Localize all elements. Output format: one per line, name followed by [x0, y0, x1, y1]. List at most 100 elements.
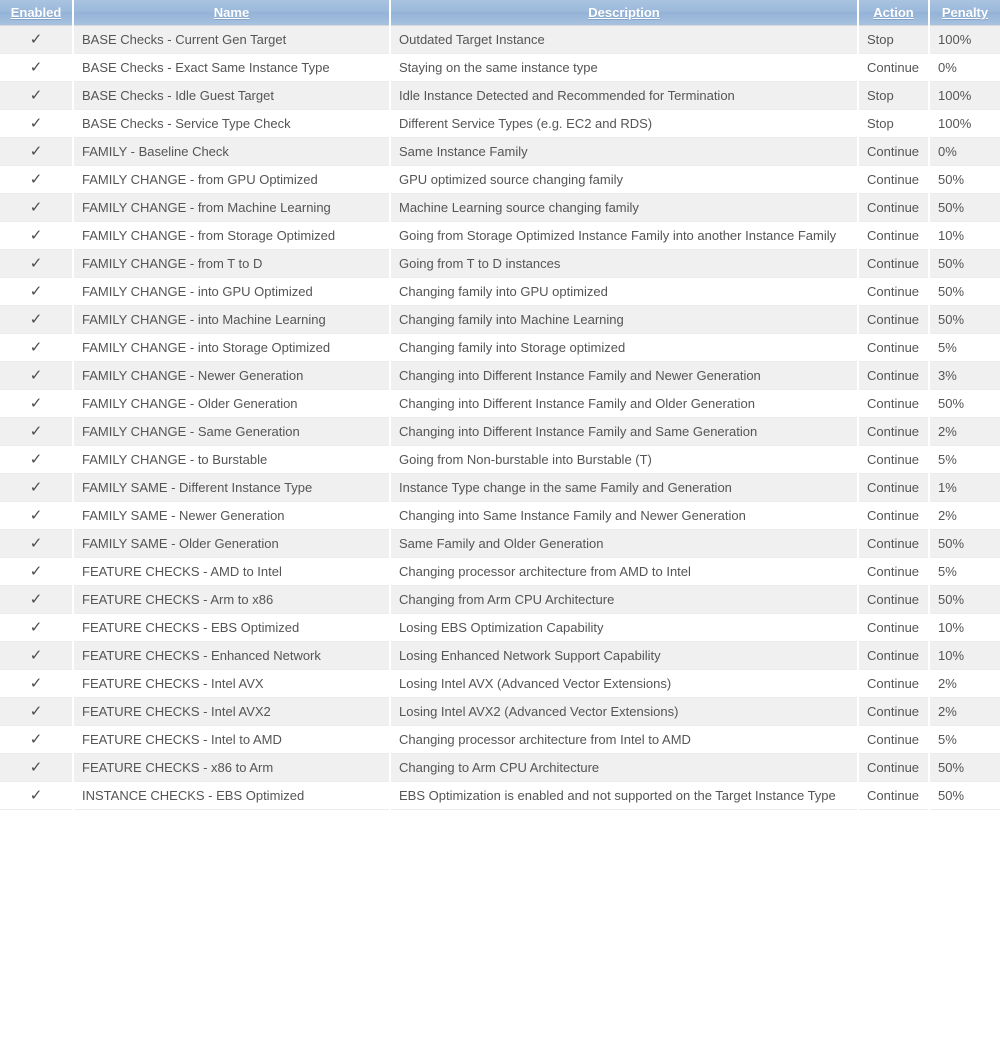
enabled-checkmark-cell[interactable]: ✓ [0, 53, 74, 82]
table-row[interactable]: ✓ FAMILY - Baseline Check Same Instance Fa… [0, 137, 1000, 166]
rule-name-cell: FEATURE CHECKS - x86 to Arm [73, 753, 391, 782]
table-row[interactable]: ✓ FAMILY CHANGE - into Machine Learning Ch… [0, 305, 1000, 334]
table-row[interactable]: ✓ FEATURE CHECKS - Intel AVX2 Losing Intel… [0, 697, 1000, 726]
table-row[interactable]: ✓ FAMILY CHANGE - Newer Generation Changin… [0, 361, 1000, 390]
table-row[interactable]: ✓ FAMILY SAME - Different Instance Type In… [0, 473, 1000, 502]
rule-penalty-cell: 10% [929, 221, 1000, 250]
checkmark-icon: ✓ [29, 59, 43, 76]
column-header-penalty[interactable]: Penalty [929, 0, 1000, 26]
table-row[interactable]: ✓ BASE Checks - Service Type Check Differe… [0, 109, 1000, 138]
checkmark-icon: ✓ [29, 255, 43, 272]
rule-action-cell: Continue [858, 697, 930, 726]
table-row[interactable]: ✓ FAMILY CHANGE - into GPU Optimized Chang… [0, 277, 1000, 306]
rule-description-cell: Losing Intel AVX (Advanced Vector Extens… [390, 669, 859, 698]
table-row[interactable]: ✓ FEATURE CHECKS - Arm to x86 Changing fro… [0, 585, 1000, 614]
table-row[interactable]: ✓ BASE Checks - Idle Guest Target Idle Ins… [0, 81, 1000, 110]
enabled-checkmark-cell[interactable]: ✓ [0, 277, 74, 306]
checkmark-icon: ✓ [29, 787, 43, 804]
enabled-checkmark-cell[interactable]: ✓ [0, 781, 74, 810]
rule-description-cell: EBS Optimization is enabled and not supp… [390, 781, 859, 810]
enabled-checkmark-cell[interactable]: ✓ [0, 669, 74, 698]
rule-name-cell: FAMILY CHANGE - Newer Generation [73, 361, 391, 390]
rule-name-cell: FAMILY CHANGE - from T to D [73, 249, 391, 278]
enabled-checkmark-cell[interactable]: ✓ [0, 221, 74, 250]
enabled-checkmark-cell[interactable]: ✓ [0, 473, 74, 502]
column-header-name[interactable]: Name [73, 0, 391, 26]
checkmark-icon: ✓ [29, 87, 43, 104]
column-header-description[interactable]: Description [390, 0, 859, 26]
table-row[interactable]: ✓ FEATURE CHECKS - EBS Optimized Losing EB… [0, 613, 1000, 642]
table-row[interactable]: ✓ FEATURE CHECKS - Enhanced Network Losing… [0, 641, 1000, 670]
enabled-checkmark-cell[interactable]: ✓ [0, 81, 74, 110]
table-row[interactable]: ✓ FEATURE CHECKS - x86 to Arm Changing to … [0, 753, 1000, 782]
table-row[interactable]: ✓ FAMILY SAME - Older Generation Same Fami… [0, 529, 1000, 558]
table-row[interactable]: ✓ FAMILY CHANGE - from GPU Optimized GPU o… [0, 165, 1000, 194]
rule-name-cell: FAMILY SAME - Newer Generation [73, 501, 391, 530]
table-row[interactable]: ✓ BASE Checks - Exact Same Instance Type S… [0, 53, 1000, 82]
rule-description-cell: Losing Enhanced Network Support Capabili… [390, 641, 859, 670]
rule-action-cell: Continue [858, 725, 930, 754]
rule-description-cell: Changing to Arm CPU Architecture [390, 753, 859, 782]
rule-description-cell: Losing Intel AVX2 (Advanced Vector Exten… [390, 697, 859, 726]
enabled-checkmark-cell[interactable]: ✓ [0, 389, 74, 418]
enabled-checkmark-cell[interactable]: ✓ [0, 725, 74, 754]
rule-description-cell: Different Service Types (e.g. EC2 and RD… [390, 109, 859, 138]
column-header-action[interactable]: Action [858, 0, 930, 26]
table-row[interactable]: ✓ FEATURE CHECKS - AMD to Intel Changing p… [0, 557, 1000, 586]
rule-name-cell: FAMILY CHANGE - Same Generation [73, 417, 391, 446]
table-row[interactable]: ✓ FAMILY CHANGE - from Storage Optimized G… [0, 221, 1000, 250]
table-row[interactable]: ✓ FAMILY CHANGE - into Storage Optimized C… [0, 333, 1000, 362]
enabled-checkmark-cell[interactable]: ✓ [0, 529, 74, 558]
enabled-checkmark-cell[interactable]: ✓ [0, 585, 74, 614]
rule-action-cell: Continue [858, 613, 930, 642]
enabled-checkmark-cell[interactable]: ✓ [0, 613, 74, 642]
enabled-checkmark-cell[interactable]: ✓ [0, 501, 74, 530]
checkmark-icon: ✓ [29, 31, 43, 48]
enabled-checkmark-cell[interactable]: ✓ [0, 137, 74, 166]
rule-action-cell: Continue [858, 333, 930, 362]
rule-penalty-cell: 2% [929, 669, 1000, 698]
enabled-checkmark-cell[interactable]: ✓ [0, 193, 74, 222]
enabled-checkmark-cell[interactable]: ✓ [0, 697, 74, 726]
rule-action-cell: Continue [858, 221, 930, 250]
table-row[interactable]: ✓ FAMILY CHANGE - to Burstable Going from … [0, 445, 1000, 474]
enabled-checkmark-cell[interactable]: ✓ [0, 557, 74, 586]
table-row[interactable]: ✓ FEATURE CHECKS - Intel AVX Losing Intel … [0, 669, 1000, 698]
table-row[interactable]: ✓ FAMILY CHANGE - from Machine Learning Ma… [0, 193, 1000, 222]
table-row[interactable]: ✓ FAMILY CHANGE - from T to D Going from T… [0, 249, 1000, 278]
rule-penalty-cell: 5% [929, 333, 1000, 362]
enabled-checkmark-cell[interactable]: ✓ [0, 417, 74, 446]
enabled-checkmark-cell[interactable]: ✓ [0, 445, 74, 474]
enabled-checkmark-cell[interactable]: ✓ [0, 249, 74, 278]
checkmark-icon: ✓ [29, 759, 43, 776]
column-header-enabled[interactable]: Enabled [0, 0, 74, 26]
rule-description-cell: Going from Storage Optimized Instance Fa… [390, 221, 859, 250]
enabled-checkmark-cell[interactable]: ✓ [0, 109, 74, 138]
table-row[interactable]: ✓ FAMILY CHANGE - Same Generation Changing… [0, 417, 1000, 446]
rule-penalty-cell: 0% [929, 137, 1000, 166]
rule-penalty-cell: 100% [929, 109, 1000, 138]
rule-name-cell: BASE Checks - Exact Same Instance Type [73, 53, 391, 82]
enabled-checkmark-cell[interactable]: ✓ [0, 753, 74, 782]
table-row[interactable]: ✓ FAMILY SAME - Newer Generation Changing … [0, 501, 1000, 530]
enabled-checkmark-cell[interactable]: ✓ [0, 641, 74, 670]
rule-name-cell: FAMILY CHANGE - into Machine Learning [73, 305, 391, 334]
rule-penalty-cell: 1% [929, 473, 1000, 502]
rule-action-cell: Stop [858, 109, 930, 138]
checkmark-icon: ✓ [29, 143, 43, 160]
enabled-checkmark-cell[interactable]: ✓ [0, 333, 74, 362]
checkmark-icon: ✓ [29, 647, 43, 664]
table-row[interactable]: ✓ INSTANCE CHECKS - EBS Optimized EBS Opti… [0, 781, 1000, 810]
table-row[interactable]: ✓ BASE Checks - Current Gen Target Outdate… [0, 25, 1000, 54]
rule-penalty-cell: 2% [929, 417, 1000, 446]
table-row[interactable]: ✓ FAMILY CHANGE - Older Generation Changin… [0, 389, 1000, 418]
table-row[interactable]: ✓ FEATURE CHECKS - Intel to AMD Changing p… [0, 725, 1000, 754]
rule-description-cell: GPU optimized source changing family [390, 165, 859, 194]
enabled-checkmark-cell[interactable]: ✓ [0, 305, 74, 334]
rule-action-cell: Continue [858, 249, 930, 278]
enabled-checkmark-cell[interactable]: ✓ [0, 165, 74, 194]
rule-action-cell: Continue [858, 165, 930, 194]
enabled-checkmark-cell[interactable]: ✓ [0, 361, 74, 390]
enabled-checkmark-cell[interactable]: ✓ [0, 25, 74, 54]
rule-name-cell: BASE Checks - Current Gen Target [73, 25, 391, 54]
